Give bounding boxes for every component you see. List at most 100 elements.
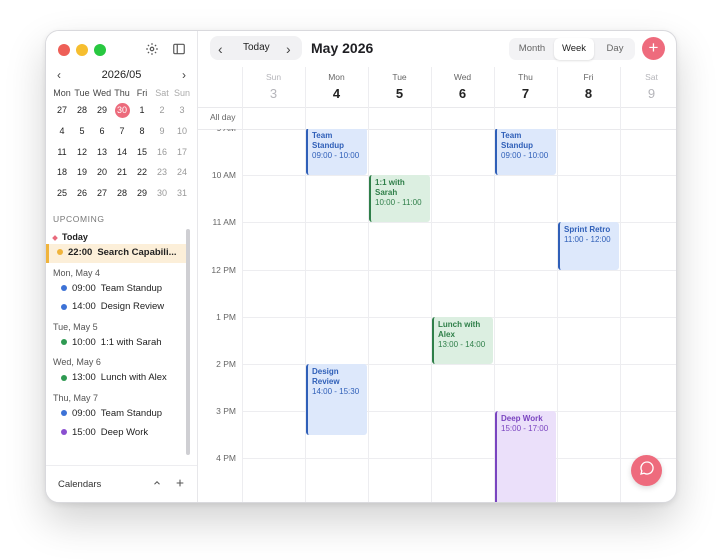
mini-day[interactable]: 28 [72,100,92,121]
minimize-window-button[interactable] [76,44,88,56]
upcoming-event-time: 15:00 [72,426,96,438]
hour-label: 12 PM [211,264,236,275]
day-column-header[interactable]: Thu 7 [494,67,557,101]
hour-label: 1 PM [216,311,236,322]
grid-column-divider [305,129,306,502]
mini-day[interactable]: 31 [172,183,192,204]
day-column-header[interactable]: Sat 9 [620,67,676,101]
day-column-header[interactable]: Wed 6 [431,67,494,101]
mini-day[interactable]: 17 [172,142,192,163]
add-calendar-plus-icon[interactable] [174,477,186,489]
mini-day[interactable]: 2 [152,100,172,121]
upcoming-event[interactable]: 09:00 Team Standup [46,280,186,299]
mini-day[interactable]: 3 [172,100,192,121]
grid-column-divider [242,129,243,502]
today-button[interactable]: Today [243,42,270,53]
upcoming-day-label: Today [62,232,88,242]
mini-day-today[interactable]: 30 [112,100,132,121]
mini-day[interactable]: 27 [92,183,112,204]
hour-label: 11 AM [212,217,236,228]
upcoming-event-title: Lunch with Alex [100,372,167,384]
calendar-event[interactable]: Team Standup 09:00 - 10:00 [495,129,556,176]
mini-day[interactable]: 13 [92,142,112,163]
mini-day[interactable]: 28 [112,183,132,204]
mini-day[interactable]: 19 [72,162,92,183]
mini-day[interactable]: 22 [132,162,152,183]
mini-weekday-label: Thu [114,88,130,98]
upcoming-day-label: Thu, May 7 [53,392,99,403]
upcoming-event[interactable]: 13:00 Lunch with Alex [46,369,186,388]
chat-button[interactable] [631,455,662,486]
upcoming-event[interactable]: 15:00 Deep Work [46,424,186,443]
calendar-event[interactable]: Design Review 14:00 - 15:30 [306,364,367,435]
event-title: Deep Work [501,414,543,424]
add-event-button[interactable]: + [642,37,665,60]
chevron-up-icon[interactable] [151,477,163,489]
upcoming-event-title: Team Standup [100,282,163,294]
calendar-event[interactable]: Sprint Retro 11:00 - 12:00 [558,222,619,270]
mini-weekday-label: Mon [53,88,71,98]
upcoming-event[interactable]: 10:00 1:1 with Sarah [46,334,186,353]
mini-day[interactable]: 8 [132,121,152,142]
event-title: 1:1 with Sarah [375,178,405,198]
event-time: 10:00 - 11:00 [375,198,422,208]
calendar-event[interactable]: Lunch with Alex 13:00 - 14:00 [432,316,493,364]
day-column-header[interactable]: Tue 5 [368,67,431,101]
upcoming-event[interactable]: 22:00 Search Capabili... [46,244,186,263]
mini-day[interactable]: 4 [52,121,72,142]
mini-day[interactable]: 12 [72,142,92,163]
mini-day[interactable]: 7 [112,121,132,142]
mini-next-month-icon[interactable]: › [182,68,186,82]
event-color-dot [61,285,67,292]
day-header-weekday: Thu [518,72,533,82]
all-day-label: All day [210,112,236,122]
mini-day[interactable]: 5 [72,121,92,142]
mini-day[interactable]: 6 [92,121,112,142]
grid-column-divider [557,129,558,502]
close-window-button[interactable] [58,44,70,56]
mini-day[interactable]: 25 [52,183,72,204]
mini-day[interactable]: 9 [152,121,172,142]
grid-column-divider [431,129,432,502]
day-column-header[interactable]: Fri 8 [557,67,620,101]
sidebar-scrollbar[interactable] [186,229,190,455]
day-column-header[interactable]: Sun 3 [242,67,305,101]
mini-day[interactable]: 26 [72,183,92,204]
header-column-divider [620,67,621,129]
hour-label: 3 PM [216,406,236,417]
upcoming-event[interactable]: 09:00 Team Standup [46,405,186,424]
view-day-button[interactable]: Day [597,38,633,60]
chevron-left-icon[interactable]: ‹ [218,41,223,57]
mini-day[interactable]: 1 [132,100,152,121]
plus-icon: + [648,38,659,57]
mini-day[interactable]: 20 [92,162,112,183]
mini-day[interactable]: 15 [132,142,152,163]
mini-day[interactable]: 29 [132,183,152,204]
upcoming-day-label: Tue, May 5 [53,321,98,332]
mini-day[interactable]: 21 [112,162,132,183]
view-month-button[interactable]: Month [512,38,552,60]
mini-calendar-days: 27 28 29 30 1 2 3 4 5 6 7 8 9 10 11 12 13 14 15 16 17 18 19 20 2… [52,100,192,204]
mini-day[interactable]: 18 [52,162,72,183]
calendar-event[interactable]: 1:1 with Sarah 10:00 - 11:00 [369,175,430,223]
chevron-right-icon[interactable]: › [286,41,291,57]
zoom-window-button[interactable] [94,44,106,56]
gear-icon[interactable] [144,41,160,57]
upcoming-event[interactable]: 14:00 Design Review [46,298,186,317]
calendar-event[interactable]: Deep Work 15:00 - 17:00 [495,411,556,502]
mini-day[interactable]: 29 [92,100,112,121]
mini-day[interactable]: 11 [52,142,72,163]
mini-day[interactable]: 10 [172,121,192,142]
mini-day[interactable]: 27 [52,100,72,121]
mini-day[interactable]: 23 [152,162,172,183]
mini-day[interactable]: 30 [152,183,172,204]
day-column-header[interactable]: Mon 4 [305,67,368,101]
upcoming-day-heading: Thu, May 7 [46,391,186,405]
sidebar-toggle-icon[interactable] [171,41,187,57]
mini-day[interactable]: 14 [112,142,132,163]
mini-day[interactable]: 16 [152,142,172,163]
view-week-button[interactable]: Week [554,38,594,60]
mini-day[interactable]: 24 [172,162,192,183]
time-grid[interactable]: 9 AM 10 AM 11 AM 12 PM 1 PM 2 PM 3 PM 4 PM Team … [198,129,676,502]
calendar-event[interactable]: Team Standup 09:00 - 10:00 [306,129,367,176]
